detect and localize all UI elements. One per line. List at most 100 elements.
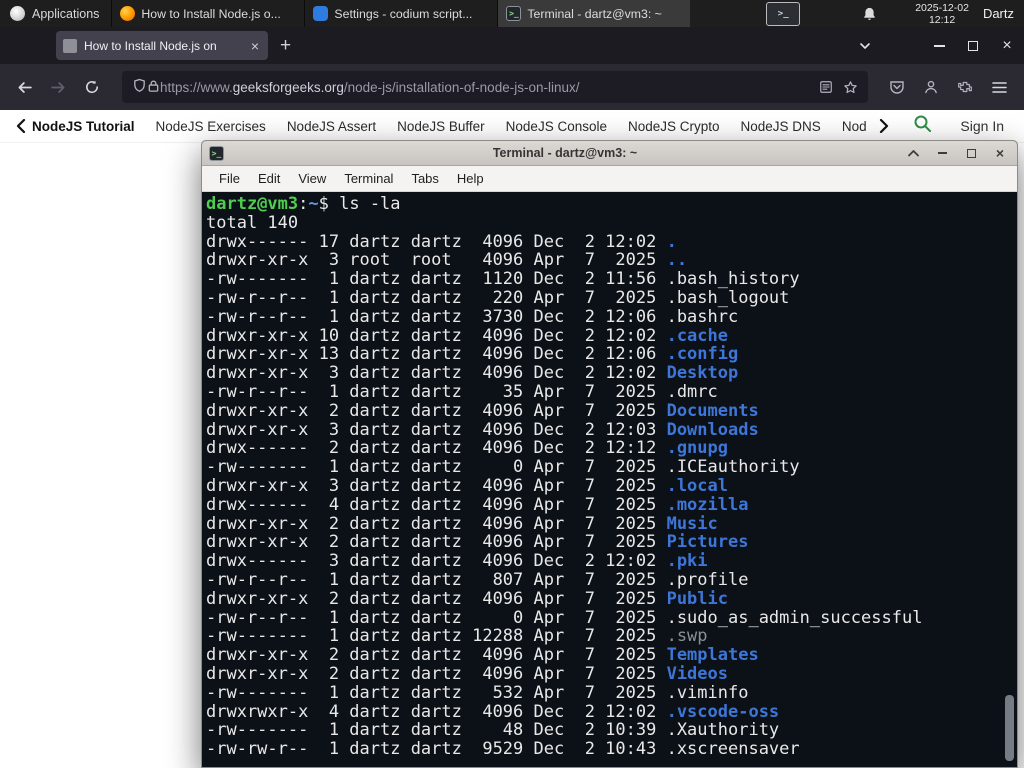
terminal-line: -rw-r--r-- 1 dartz dartz 0 Apr 7 2025 .s… <box>206 607 1017 628</box>
file-meta: drwxr-xr-x 2 dartz dartz 4096 Apr 7 2025 <box>206 645 667 666</box>
terminal-maximize-icon[interactable] <box>964 146 978 160</box>
menu-edit[interactable]: Edit <box>249 168 289 189</box>
bookmark-star-icon[interactable] <box>843 80 858 95</box>
terminal-window-buttons: × <box>906 146 1007 160</box>
panel-clock[interactable]: 2025-12-02 12:12 <box>915 2 969 26</box>
window-close-button[interactable]: × <box>990 27 1024 64</box>
file-meta: -rw------- 1 dartz dartz 1120 Dec 2 11:5… <box>206 269 667 290</box>
panel-task-firefox[interactable]: How to Install Node.js o... <box>111 0 304 27</box>
file-name: Videos <box>666 663 728 684</box>
reload-icon[interactable] <box>80 75 104 99</box>
pocket-icon[interactable] <box>884 74 910 100</box>
file-meta: drwx------ 3 dartz dartz 4096 Dec 2 12:0… <box>206 551 667 572</box>
terminal-line: -rw-r--r-- 1 dartz dartz 3730 Dec 2 12:0… <box>206 306 1017 327</box>
terminal-scrollbar-thumb[interactable] <box>1005 695 1014 761</box>
terminal-line: -rw-r--r-- 1 dartz dartz 35 Apr 7 2025 .… <box>206 383 1017 402</box>
file-name: .sudo_as_admin_successful <box>666 607 923 628</box>
url-path: /node-js/installation-of-node-js-on-linu… <box>343 79 580 95</box>
nav-nodejs-tutorial[interactable]: NodeJS Tutorial <box>32 119 135 134</box>
file-meta: -rw-r--r-- 1 dartz dartz 3730 Dec 2 12:0… <box>206 306 667 327</box>
new-tab-button[interactable]: + <box>280 36 291 55</box>
terminal-close-icon[interactable]: × <box>993 146 1007 160</box>
file-name: .xscreensaver <box>666 739 800 760</box>
terminal-command: ls -la <box>339 194 401 214</box>
file-name: Pictures <box>666 532 749 553</box>
forward-icon[interactable] <box>46 75 70 99</box>
window-minimize-button[interactable] <box>922 27 956 64</box>
file-name: .local <box>666 475 728 496</box>
panel-task-terminal[interactable]: >_ Terminal - dartz@vm3: ~ <box>497 0 691 27</box>
file-name: .swp <box>666 626 708 647</box>
extensions-icon[interactable] <box>952 74 978 100</box>
menu-view[interactable]: View <box>289 168 335 189</box>
nav-nodejs-dns[interactable]: NodeJS DNS <box>741 119 821 134</box>
lock-icon[interactable] <box>147 79 160 96</box>
file-meta: drwx------ 4 dartz dartz 4096 Apr 7 2025 <box>206 494 667 515</box>
account-icon[interactable] <box>918 74 944 100</box>
window-restore-button[interactable] <box>956 27 990 64</box>
menu-icon[interactable] <box>986 74 1012 100</box>
applications-menu[interactable]: Applications <box>0 0 111 27</box>
nav-nodejs-buffer[interactable]: NodeJS Buffer <box>397 119 485 134</box>
menu-help[interactable]: Help <box>448 168 493 189</box>
menu-file[interactable]: File <box>210 168 249 189</box>
bell-icon[interactable] <box>862 6 877 21</box>
nav-nodejs-console[interactable]: NodeJS Console <box>506 119 607 134</box>
file-name: .dmrc <box>666 381 718 402</box>
terminal-line: drwxr-xr-x 3 root root 4096 Apr 7 2025 .… <box>206 251 1017 270</box>
task-title: Terminal - dartz@vm3: ~ <box>527 6 662 21</box>
reader-mode-icon[interactable] <box>819 80 833 94</box>
nav-scroll-left-icon[interactable] <box>16 119 26 133</box>
url-bar[interactable]: https://www.geeksforgeeks.org/node-js/in… <box>122 71 868 103</box>
prompt-colon: : <box>298 194 309 214</box>
terminal-total-line: total 140 <box>206 212 299 233</box>
file-meta: drwxr-xr-x 10 dartz dartz 4096 Dec 2 12:… <box>206 325 667 346</box>
applications-label: Applications <box>32 6 100 21</box>
tray-terminal-icon[interactable]: >_ <box>766 1 801 26</box>
nav-scroll-right-icon[interactable] <box>879 119 889 133</box>
file-name: .profile <box>666 569 749 590</box>
tabbar-controls: × <box>850 27 1024 64</box>
terminal-line: drwxr-xr-x 3 dartz dartz 4096 Dec 2 12:0… <box>206 364 1017 383</box>
nav-node[interactable]: Node <box>842 119 868 134</box>
menu-terminal[interactable]: Terminal <box>335 168 402 189</box>
file-meta: -rw-rw-r-- 1 dartz dartz 9529 Dec 2 10:4… <box>206 739 667 760</box>
terminal-line: -rw-r--r-- 1 dartz dartz 807 Apr 7 2025 … <box>206 571 1017 590</box>
list-all-tabs-icon[interactable] <box>850 27 880 64</box>
terminal-output: drwx------ 17 dartz dartz 4096 Dec 2 12:… <box>206 232 1017 759</box>
desktop: Applications How to Install Node.js o...… <box>0 0 1024 768</box>
terminal-shade-icon[interactable] <box>906 146 920 160</box>
file-meta: -rw------- 1 dartz dartz 48 Dec 2 10:39 <box>206 720 667 741</box>
menu-tabs[interactable]: Tabs <box>402 168 447 189</box>
terminal-window-title: Terminal - dartz@vm3: ~ <box>492 146 638 160</box>
nav-nodejs-exercises[interactable]: NodeJS Exercises <box>156 119 266 134</box>
terminal-prompt-line: dartz@vm3:~$ ls -la <box>206 195 1017 214</box>
file-name: Documents <box>666 400 759 421</box>
terminal-minimize-icon[interactable] <box>935 146 949 160</box>
prompt-dollar: $ <box>318 194 340 214</box>
terminal-titlebar[interactable]: >_ Terminal - dartz@vm3: ~ × <box>202 141 1017 166</box>
terminal-body[interactable]: dartz@vm3:~$ ls -la total 140 drwx------… <box>202 192 1017 767</box>
terminal-line: drwxrwxr-x 4 dartz dartz 4096 Dec 2 12:0… <box>206 702 1017 722</box>
nav-nodejs-crypto[interactable]: NodeJS Crypto <box>628 119 720 134</box>
nav-nodejs-assert[interactable]: NodeJS Assert <box>287 119 376 134</box>
file-meta: drwxr-xr-x 13 dartz dartz 4096 Dec 2 12:… <box>206 344 667 365</box>
terminal-line: drwxr-xr-x 2 dartz dartz 4096 Apr 7 2025… <box>206 400 1017 421</box>
file-name: .pki <box>666 551 708 572</box>
prompt-path: ~ <box>308 194 319 214</box>
browser-tab[interactable]: How to Install Node.js on × <box>56 31 268 60</box>
url-prefix: https://www. <box>160 79 233 95</box>
file-name: .. <box>666 250 688 271</box>
back-icon[interactable] <box>12 75 36 99</box>
file-name: .bash_logout <box>666 287 790 308</box>
file-meta: -rw------- 1 dartz dartz 532 Apr 7 2025 <box>206 682 667 703</box>
terminal-line: -rw-rw-r-- 1 dartz dartz 9529 Dec 2 10:4… <box>206 740 1017 759</box>
url-domain: geeksforgeeks.org <box>232 79 344 95</box>
tracking-shield-icon[interactable] <box>132 78 147 96</box>
panel-task-settings[interactable]: Settings - codium script... <box>304 0 497 27</box>
sign-in-button[interactable]: Sign In <box>950 115 1014 137</box>
file-name: .config <box>666 344 739 365</box>
tab-close-icon[interactable]: × <box>249 39 261 53</box>
site-search-icon[interactable] <box>913 114 932 138</box>
panel-user-label: Dartz <box>982 6 1014 21</box>
